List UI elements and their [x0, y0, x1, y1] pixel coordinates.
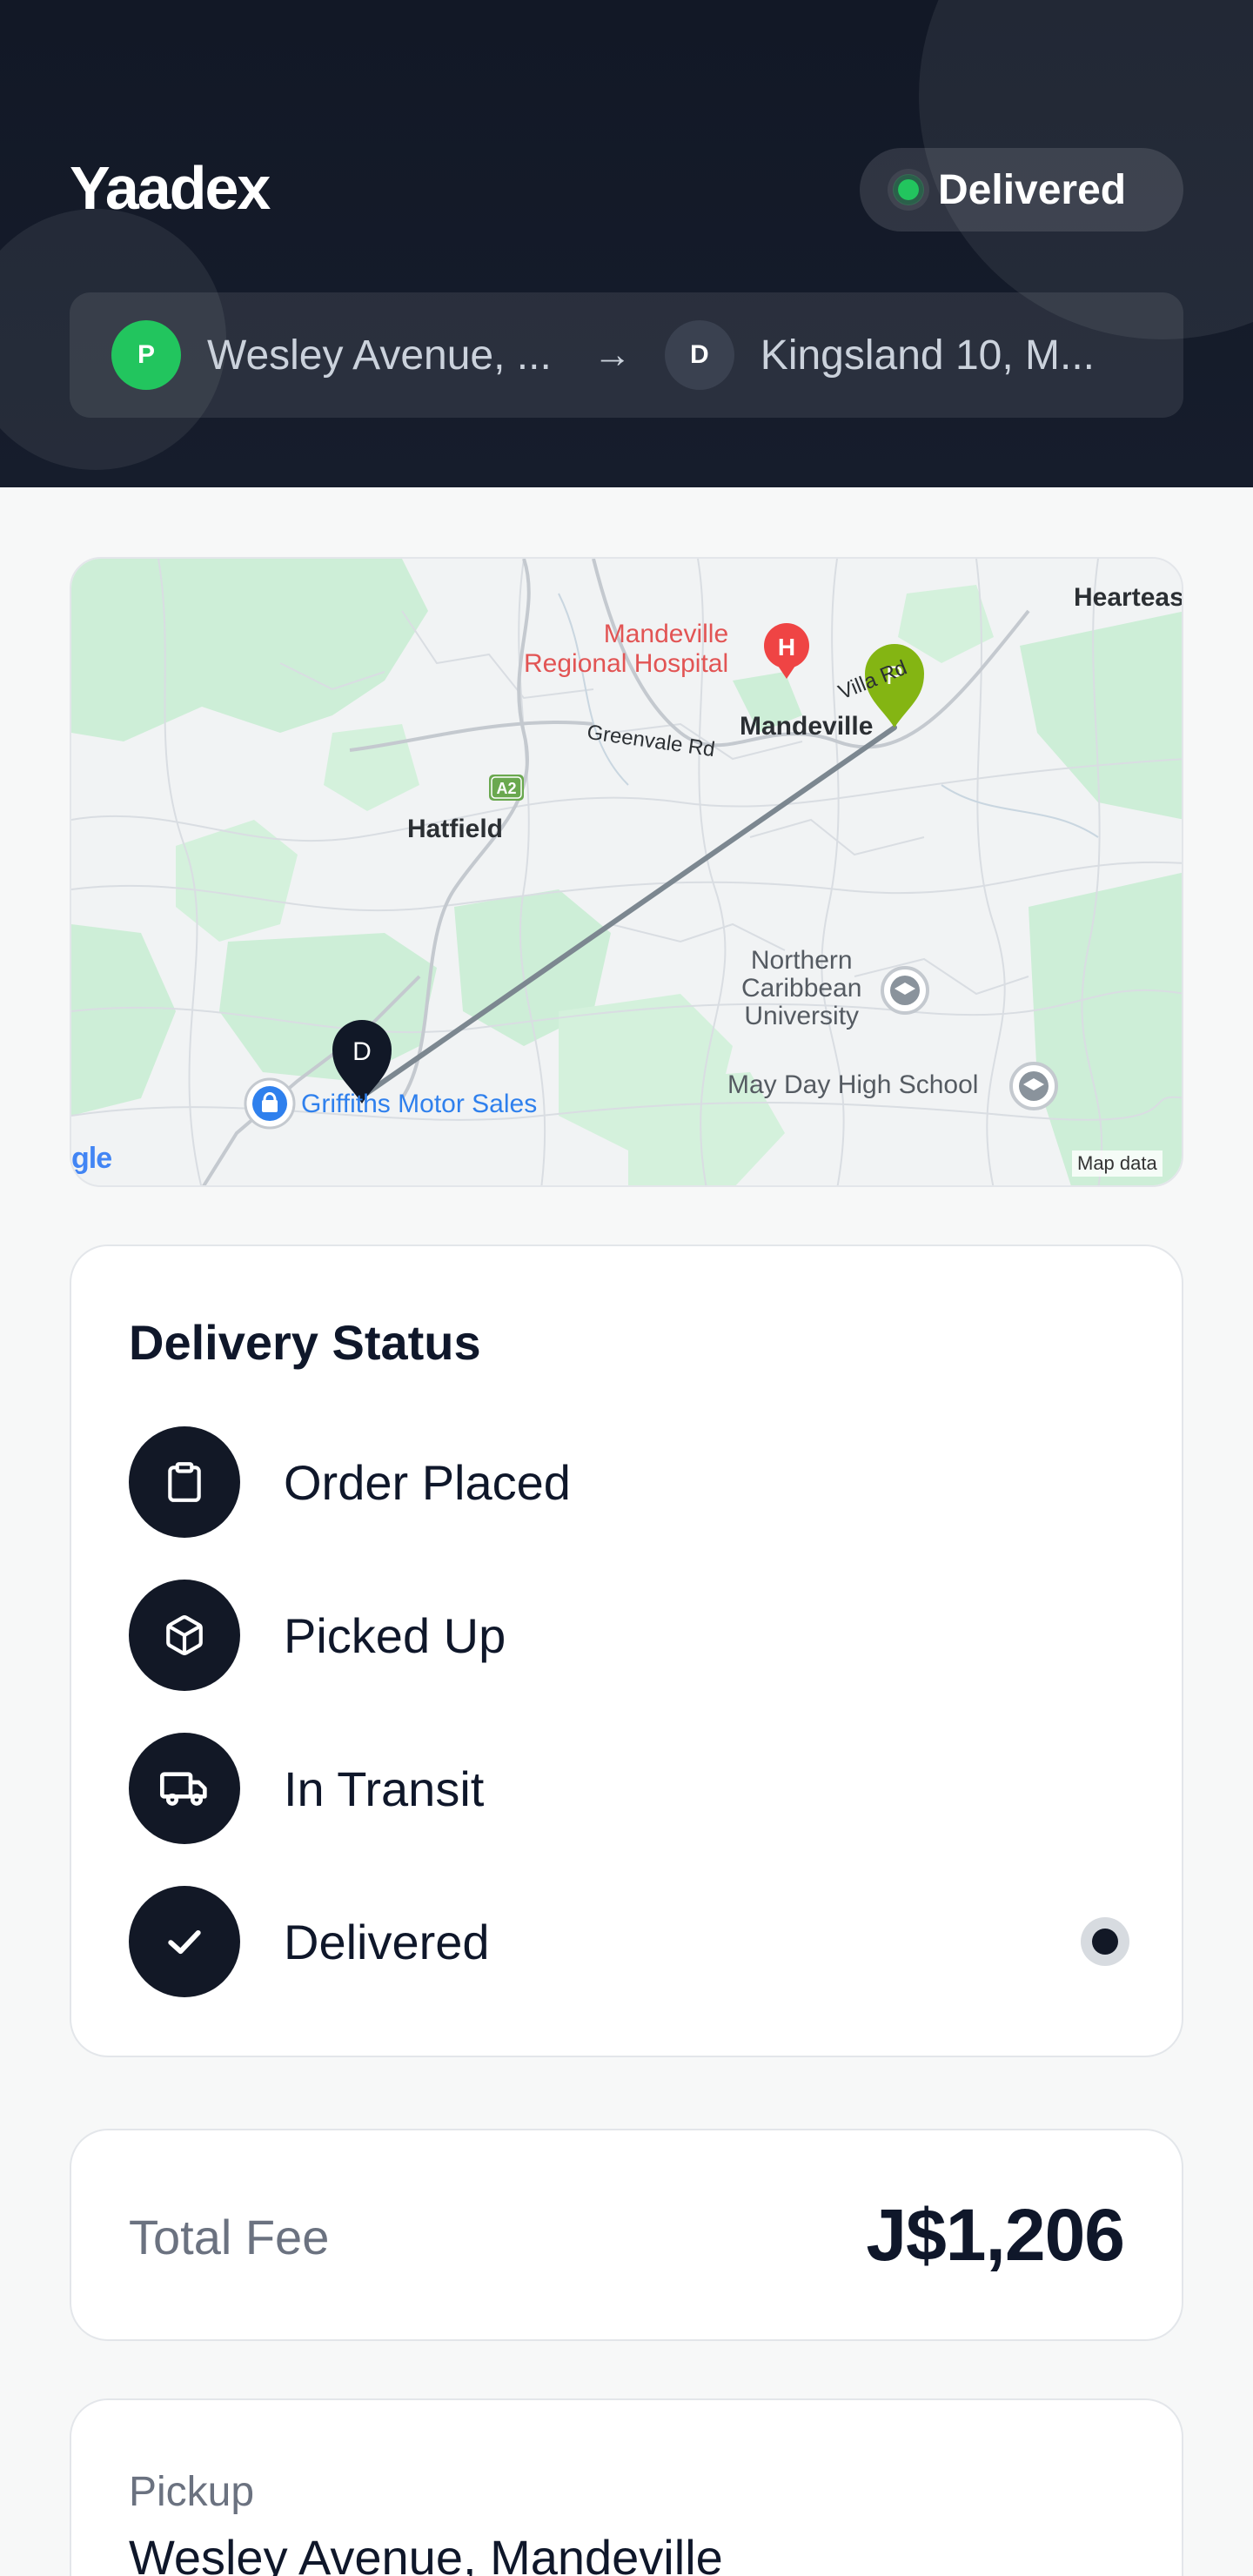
map-label-heartease: Heartease: [1074, 583, 1183, 612]
pickup-label: Pickup: [129, 2469, 255, 2515]
map-label-hatfield: Hatfield: [407, 815, 504, 843]
route-dropoff-text: Kingsland 10, M...: [760, 332, 1096, 379]
check-icon: [129, 1886, 240, 1997]
total-fee-value: J$1,206: [866, 2194, 1125, 2276]
shopping-marker-icon[interactable]: [244, 1077, 296, 1130]
dropoff-badge-icon: D: [664, 320, 734, 390]
status-badge: Delivered: [860, 148, 1183, 231]
delivery-status-title: Delivery Status: [129, 1315, 481, 1370]
svg-text:H: H: [778, 634, 795, 661]
pickup-badge-icon: P: [111, 320, 181, 390]
status-step-label: In Transit: [284, 1761, 485, 1816]
map-attribution[interactable]: Map data: [1072, 1150, 1163, 1177]
status-badge-label: Delivered: [938, 166, 1127, 213]
map-label-griffiths: Griffiths Motor Sales: [301, 1090, 538, 1118]
status-dot-icon: [893, 174, 924, 205]
status-step-label: Picked Up: [284, 1607, 506, 1663]
map-label-ncu-line2: Caribbean: [741, 974, 862, 1003]
total-fee-label: Total Fee: [129, 2210, 330, 2264]
clipboard-icon: [129, 1426, 240, 1538]
status-step-label: Delivered: [284, 1914, 490, 1969]
map-label-hospital: Mandeville Regional Hospital: [524, 620, 728, 679]
package-icon: [129, 1580, 240, 1691]
header: Yaadex Delivered P Wesley Avenue, ... → …: [0, 0, 1253, 487]
map-label-ncu-line3: University: [744, 1002, 860, 1030]
map-label-hospital-line2: Regional Hospital: [524, 649, 729, 678]
map-label-ncu-line1: Northern: [750, 946, 853, 975]
map-label-mayday: May Day High School: [727, 1070, 979, 1099]
app-brand: Yaadex: [70, 154, 271, 222]
google-logo: gle: [71, 1142, 112, 1175]
route-map[interactable]: H A2 P D Hearteas Mandeville Regional Ho…: [70, 557, 1183, 1187]
current-step-indicator-icon: [1081, 1917, 1129, 1966]
pickup-address: Wesley Avenue, Mandeville: [129, 2530, 723, 2576]
map-label-mandeville: Mandeville: [740, 712, 874, 741]
svg-text:A2: A2: [496, 780, 516, 797]
map-label-ncu: Northern Caribbean University: [741, 947, 861, 1030]
school-marker-icon[interactable]: [1009, 1062, 1058, 1110]
svg-text:D: D: [352, 1037, 372, 1066]
truck-icon: [129, 1733, 240, 1844]
status-step-delivered: Delivered: [129, 1885, 1129, 1998]
pickup-card: Pickup Wesley Avenue, Mandeville: [70, 2398, 1183, 2576]
map-label-hospital-line1: Mandeville: [603, 620, 729, 648]
status-step-picked-up: Picked Up: [129, 1579, 1129, 1692]
total-fee-card: Total Fee J$1,206: [70, 2129, 1183, 2341]
route-pickup-text: Wesley Avenue, ...: [207, 332, 552, 379]
university-marker-icon[interactable]: [881, 966, 929, 1015]
status-step-order-placed: Order Placed: [129, 1426, 1129, 1539]
route-summary[interactable]: P Wesley Avenue, ... → D Kingsland 10, M…: [70, 292, 1183, 418]
delivery-status-card: Delivery Status Order Placed Picked Up I…: [70, 1244, 1183, 2057]
arrow-right-icon: →: [593, 333, 632, 376]
status-step-in-transit: In Transit: [129, 1732, 1129, 1845]
road-shield-icon: A2: [489, 775, 524, 801]
status-step-label: Order Placed: [284, 1454, 571, 1510]
